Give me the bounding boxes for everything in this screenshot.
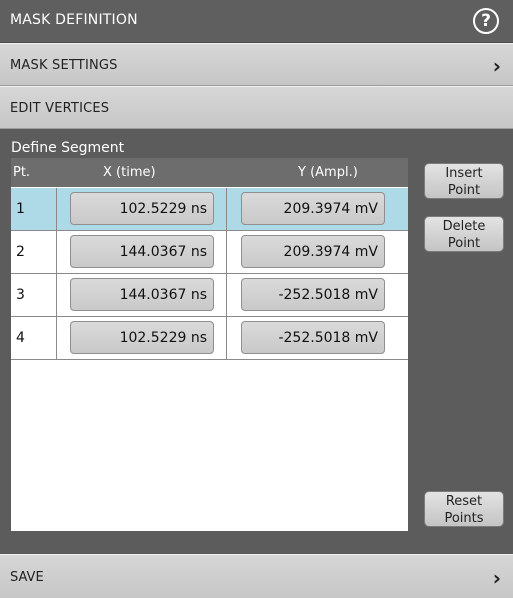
point-index: 2 (16, 244, 25, 260)
chevron-right-icon: › (492, 566, 501, 590)
x-time-field[interactable]: 102.5229 ns (70, 192, 214, 225)
table-row[interactable]: 4 102.5229 ns -252.5018 mV (11, 317, 408, 360)
window-title: MASK DEFINITION (10, 12, 138, 28)
col-header-x: X (time) (103, 165, 156, 180)
insert-point-label-2: Point (447, 183, 481, 198)
column-divider (56, 188, 57, 230)
x-time-field[interactable]: 144.0367 ns (70, 235, 214, 268)
column-divider (226, 274, 227, 316)
mask-settings-label: MASK SETTINGS (10, 58, 118, 73)
mask-settings-section[interactable]: MASK SETTINGS › (0, 43, 513, 86)
vertex-table: Pt. X (time) Y (Ampl.) 1 102.5229 ns 209… (11, 158, 408, 531)
save-label: SAVE (10, 570, 44, 585)
col-header-y: Y (Ampl.) (298, 165, 358, 180)
reset-points-button[interactable]: Reset Points (424, 491, 504, 527)
column-divider (56, 231, 57, 273)
table-header: Pt. X (time) Y (Ampl.) (11, 158, 408, 187)
delete-point-label-1: Delete (442, 219, 486, 234)
y-ampl-field[interactable]: 209.3974 mV (241, 235, 385, 268)
reset-points-label-2: Points (444, 511, 484, 526)
col-header-pt: Pt. (13, 165, 31, 180)
point-index: 4 (16, 330, 25, 346)
table-row[interactable]: 3 144.0367 ns -252.5018 mV (11, 274, 408, 317)
edit-vertices-section[interactable]: EDIT VERTICES (0, 86, 513, 129)
help-icon[interactable]: ? (473, 8, 499, 34)
y-ampl-field[interactable]: -252.5018 mV (241, 321, 385, 354)
define-segment-label: Define Segment (11, 140, 125, 156)
x-time-field[interactable]: 144.0367 ns (70, 278, 214, 311)
reset-points-label-1: Reset (445, 494, 483, 509)
table-row[interactable]: 1 102.5229 ns 209.3974 mV (11, 188, 408, 231)
column-divider (226, 231, 227, 273)
column-divider (56, 274, 57, 316)
point-index: 3 (16, 287, 25, 303)
point-index: 1 (16, 201, 25, 217)
delete-point-label-2: Point (447, 236, 481, 251)
edit-vertices-panel: Define Segment Pt. X (time) Y (Ampl.) 1 … (0, 129, 513, 553)
column-divider (226, 188, 227, 230)
x-time-field[interactable]: 102.5229 ns (70, 321, 214, 354)
chevron-right-icon: › (492, 54, 501, 78)
column-divider (56, 317, 57, 359)
table-row[interactable]: 2 144.0367 ns 209.3974 mV (11, 231, 408, 274)
delete-point-button[interactable]: Delete Point (424, 216, 504, 252)
save-section[interactable]: SAVE › (0, 554, 513, 598)
y-ampl-field[interactable]: -252.5018 mV (241, 278, 385, 311)
y-ampl-field[interactable]: 209.3974 mV (241, 192, 385, 225)
edit-vertices-label: EDIT VERTICES (10, 101, 110, 116)
insert-point-button[interactable]: Insert Point (424, 163, 504, 199)
column-divider (226, 317, 227, 359)
title-bar: MASK DEFINITION ? (0, 0, 513, 43)
insert-point-label-1: Insert (445, 166, 483, 181)
